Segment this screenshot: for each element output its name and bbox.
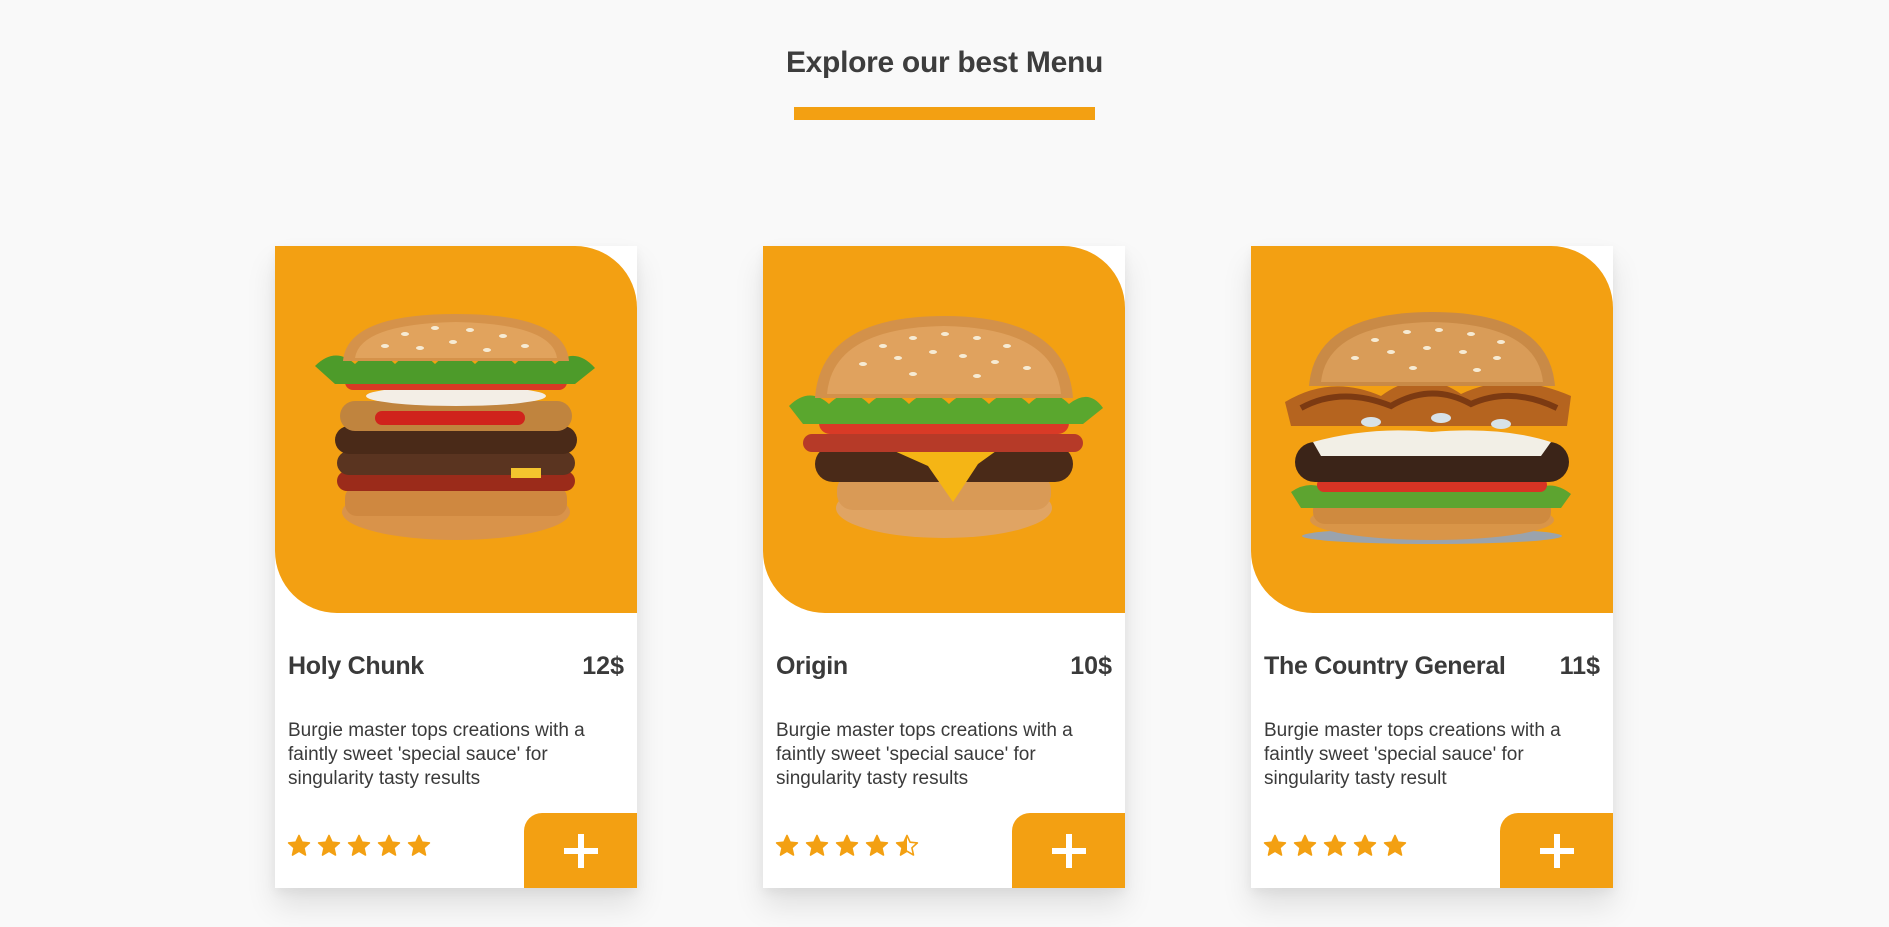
star-full-icon <box>407 834 431 856</box>
rating-stars <box>1263 834 1407 858</box>
star-full-icon <box>865 834 889 856</box>
menu-card: Holy Chunk 12$ Burgie master tops creati… <box>275 246 637 888</box>
star-full-icon <box>1293 834 1317 856</box>
card-name: The Country General <box>1264 652 1506 680</box>
burger-image <box>1251 246 1613 613</box>
star-full-icon <box>775 834 799 856</box>
card-description: Burgie master tops creations with a fain… <box>1264 720 1561 789</box>
star-full-icon <box>287 834 311 856</box>
star-full-icon <box>805 834 829 856</box>
menu-card: The Country General 11$ Burgie master to… <box>1251 246 1613 888</box>
menu-card: Origin 10$ Burgie master tops creations … <box>763 246 1125 888</box>
star-full-icon <box>317 834 341 856</box>
star-full-icon <box>377 834 401 856</box>
card-description: Burgie master tops creations with a fain… <box>288 720 585 789</box>
burger-image <box>763 246 1125 613</box>
add-to-cart-button[interactable] <box>1012 813 1125 888</box>
card-description: Burgie master tops creations with a fain… <box>776 720 1073 789</box>
card-price: 10$ <box>1070 652 1112 680</box>
card-price: 12$ <box>582 652 624 680</box>
card-price: 11$ <box>1559 652 1600 680</box>
card-name: Holy Chunk <box>288 652 424 680</box>
star-full-icon <box>835 834 859 856</box>
burger-image <box>275 246 637 613</box>
card-name: Origin <box>776 652 848 680</box>
star-half-icon <box>895 834 919 856</box>
star-full-icon <box>1353 834 1377 856</box>
plus-icon <box>563 833 598 868</box>
star-full-icon <box>347 834 371 856</box>
plus-icon <box>1539 833 1574 868</box>
add-to-cart-button[interactable] <box>524 813 637 888</box>
rating-stars <box>775 834 919 858</box>
plus-icon <box>1051 833 1086 868</box>
section-title: Explore our best Menu <box>785 46 1104 79</box>
star-full-icon <box>1323 834 1347 856</box>
star-full-icon <box>1383 834 1407 856</box>
star-full-icon <box>1263 834 1287 856</box>
title-underline <box>794 107 1095 120</box>
rating-stars <box>287 834 431 858</box>
add-to-cart-button[interactable] <box>1500 813 1613 888</box>
